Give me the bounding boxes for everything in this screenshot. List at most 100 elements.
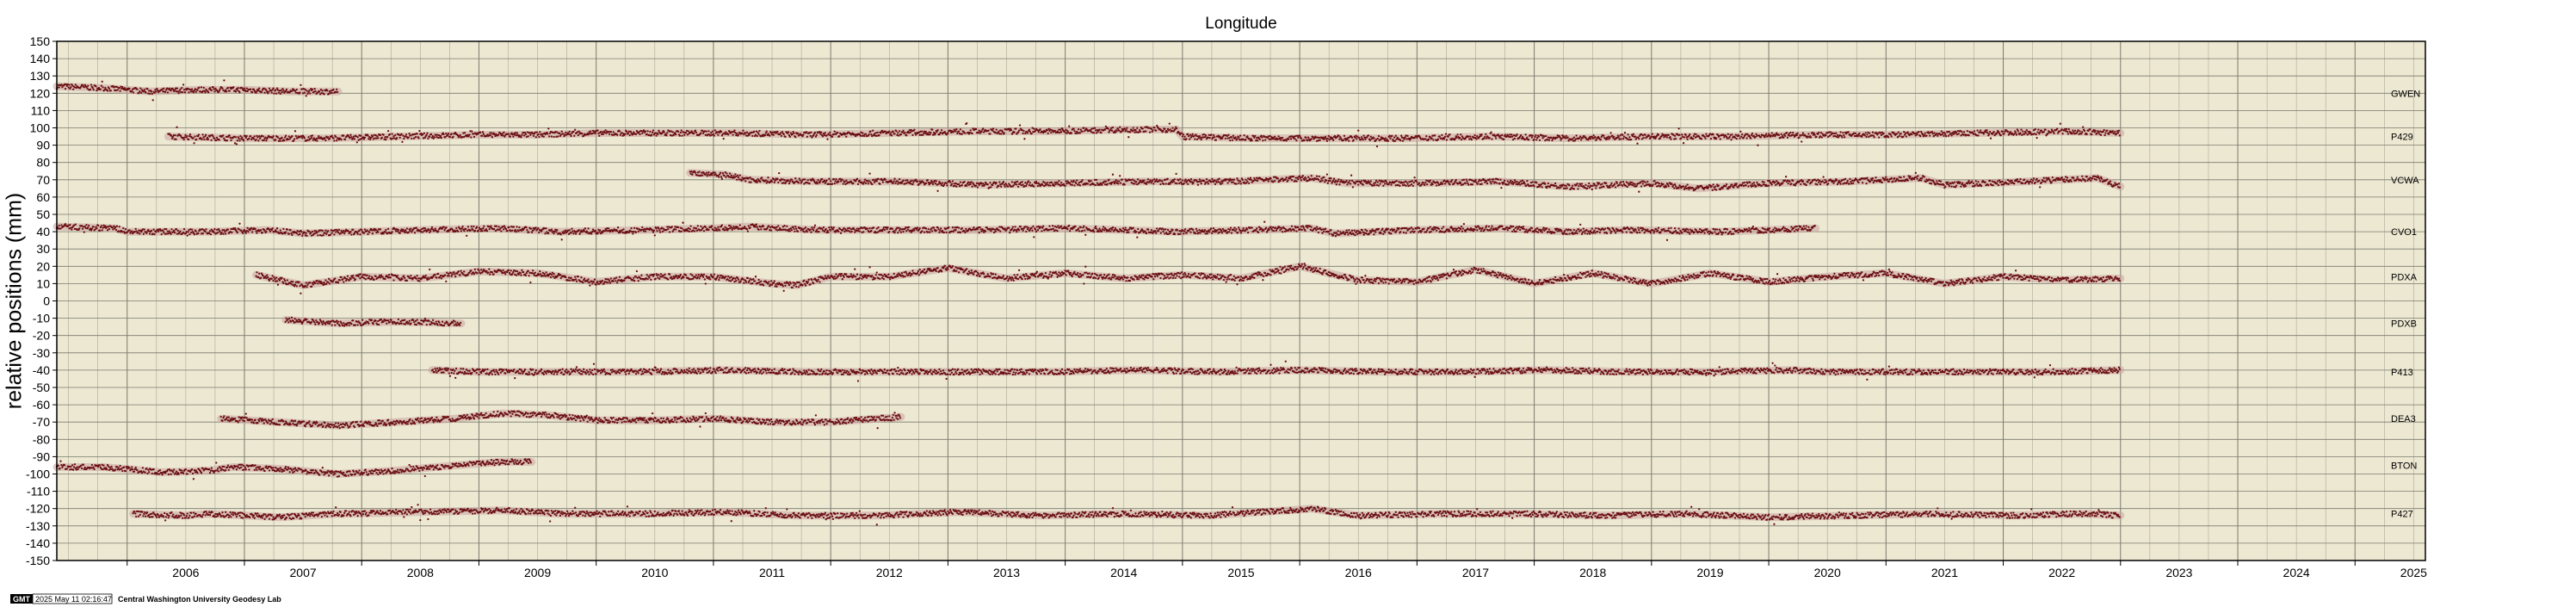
- data-point: [1152, 129, 1154, 132]
- data-point: [153, 232, 156, 236]
- data-point: [1920, 177, 1924, 180]
- data-point: [1342, 139, 1345, 141]
- data-point: [889, 132, 893, 134]
- data-point: [1865, 135, 1868, 139]
- data-point: [1717, 184, 1720, 187]
- data-point: [843, 181, 846, 183]
- data-point: [416, 133, 418, 135]
- data-point: [386, 136, 389, 139]
- data-point: [1492, 178, 1495, 181]
- data-point: [1731, 133, 1733, 136]
- data-point: [808, 182, 811, 185]
- data-point: [578, 130, 580, 133]
- data-point: [757, 133, 760, 136]
- data-point: [1239, 183, 1243, 185]
- data-point: [90, 227, 94, 230]
- data-point: [2031, 179, 2035, 182]
- data-point: [1387, 139, 1389, 142]
- data-point: [1126, 127, 1128, 129]
- data-point: [1858, 132, 1861, 135]
- data-point: [238, 91, 241, 94]
- data-point: [223, 79, 225, 82]
- data-point: [1246, 135, 1249, 138]
- data-point: [1998, 179, 2001, 182]
- data-point: [681, 134, 683, 137]
- data-point: [868, 172, 871, 175]
- data-point: [619, 133, 621, 136]
- data-point: [553, 135, 555, 139]
- data-point: [232, 86, 235, 89]
- data-point: [163, 232, 165, 234]
- data-point: [1541, 186, 1543, 189]
- data-point: [1292, 175, 1295, 178]
- data-point: [680, 129, 683, 132]
- data-point: [1132, 127, 1134, 129]
- data-point: [1226, 182, 1229, 184]
- data-point: [1903, 176, 1906, 178]
- data-point: [1161, 180, 1164, 183]
- data-point: [539, 131, 541, 133]
- data-point: [1585, 136, 1587, 139]
- data-point: [281, 90, 283, 94]
- data-point: [74, 84, 77, 86]
- data-point: [163, 87, 165, 90]
- data-point: [550, 135, 553, 138]
- data-point: [1010, 181, 1014, 183]
- data-point: [1546, 139, 1549, 141]
- data-point: [1622, 135, 1626, 138]
- data-point: [880, 129, 884, 133]
- data-point: [897, 132, 899, 134]
- data-point: [1869, 180, 1872, 183]
- data-point: [1179, 178, 1182, 181]
- data-point: [1826, 183, 1830, 185]
- data-point: [1506, 180, 1509, 183]
- data-point: [165, 228, 168, 231]
- data-point: [1164, 127, 1166, 130]
- data-point: [1117, 183, 1120, 185]
- data-point: [1169, 128, 1171, 131]
- data-point: [902, 179, 905, 182]
- data-point: [1822, 176, 1825, 178]
- data-point: [2019, 132, 2022, 134]
- data-point: [1715, 189, 1718, 191]
- data-point: [1819, 131, 1823, 134]
- data-point: [1289, 138, 1293, 140]
- data-point: [777, 181, 780, 184]
- data-point: [1511, 135, 1514, 138]
- data-point: [824, 132, 826, 134]
- data-point: [192, 137, 195, 139]
- data-point: [1944, 185, 1947, 188]
- data-point: [102, 86, 104, 89]
- data-point: [444, 136, 447, 139]
- data-point: [1617, 136, 1620, 139]
- data-point: [1798, 136, 1801, 139]
- data-point: [1262, 139, 1264, 142]
- data-point: [1792, 179, 1795, 183]
- data-point: [1819, 183, 1822, 186]
- data-point: [1467, 183, 1470, 186]
- data-point: [58, 86, 60, 89]
- data-point: [2114, 182, 2116, 184]
- data-point: [957, 183, 961, 186]
- data-point: [1346, 183, 1349, 186]
- data-point: [1241, 178, 1244, 182]
- data-point: [1134, 183, 1136, 185]
- data-point: [2100, 177, 2103, 180]
- data-point: [1686, 183, 1689, 186]
- data-point: [1622, 184, 1624, 187]
- data-point: [1100, 131, 1103, 134]
- data-point: [1782, 182, 1784, 184]
- data-point: [828, 177, 831, 180]
- data-point: [473, 135, 476, 139]
- data-point: [160, 232, 163, 236]
- data-point: [128, 87, 131, 90]
- data-point: [1889, 133, 1892, 136]
- data-point: [1879, 179, 1882, 182]
- data-point: [173, 89, 176, 91]
- data-point: [1547, 139, 1551, 141]
- data-point: [257, 139, 260, 142]
- data-point: [719, 171, 722, 174]
- data-point: [1887, 180, 1891, 183]
- data-point: [1153, 127, 1156, 129]
- data-point: [83, 231, 85, 233]
